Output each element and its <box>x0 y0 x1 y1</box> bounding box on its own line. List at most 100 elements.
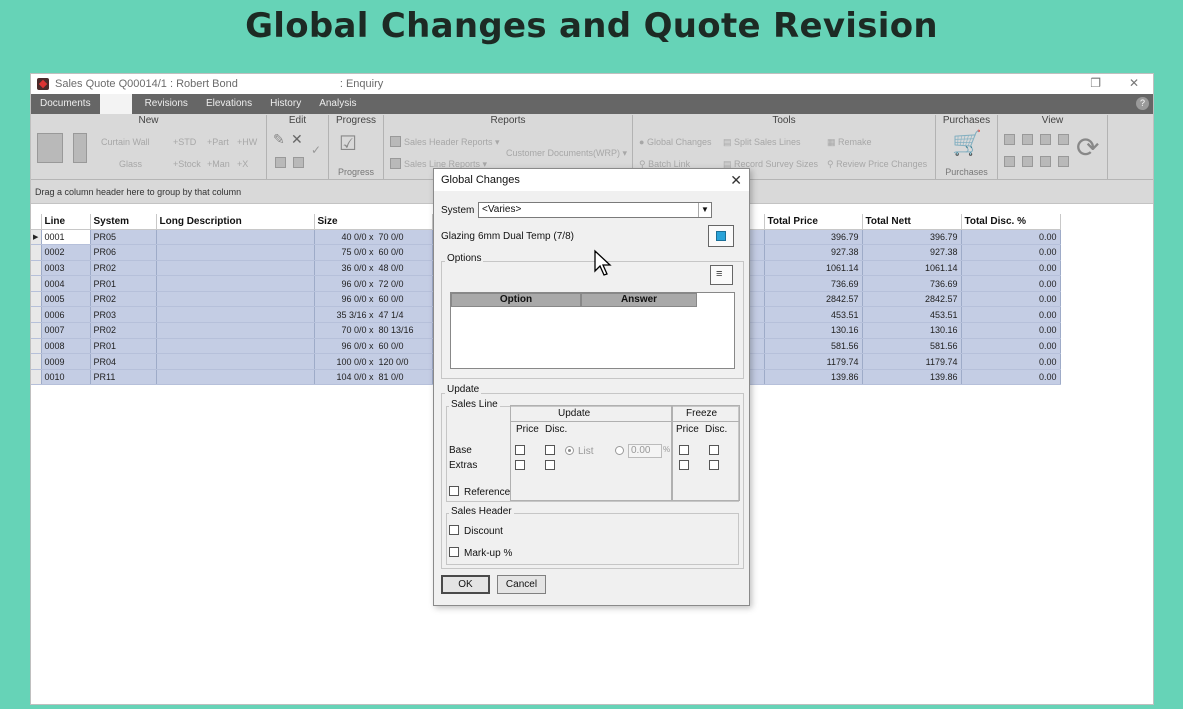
cell-size[interactable]: 35 3/16 x 47 1/4 <box>314 306 433 324</box>
cell-total-nett[interactable]: 453.51 <box>862 306 962 324</box>
close-window-icon[interactable]: ✕ <box>1129 76 1139 90</box>
cell-line[interactable]: 0001 <box>41 229 91 246</box>
cell-line[interactable]: 0005 <box>41 291 91 308</box>
cell-line[interactable]: 0009 <box>41 353 91 370</box>
menu-blank-tab[interactable] <box>99 94 132 114</box>
view-icon-8[interactable] <box>1058 156 1069 167</box>
glass-button[interactable]: Glass <box>119 159 142 169</box>
cell-long-description[interactable] <box>156 244 315 261</box>
menu-elevations[interactable]: Elevations <box>197 94 261 114</box>
cell-size[interactable]: 70 0/0 x 80 13/16 <box>314 322 433 339</box>
cell-system[interactable]: PR02 <box>90 322 157 339</box>
copy-icon[interactable] <box>275 157 286 168</box>
list-radio[interactable] <box>565 446 574 455</box>
split-sales-lines-button[interactable]: ▤ Split Sales Lines <box>723 137 801 148</box>
cell-size[interactable]: 36 0/0 x 48 0/0 <box>314 260 433 277</box>
cell-total-nett[interactable]: 396.79 <box>862 229 962 246</box>
check-icon[interactable]: ✓ <box>311 143 321 157</box>
progress-checklist-icon[interactable]: ☑ <box>339 131 357 156</box>
cell-system[interactable]: PR04 <box>90 353 157 370</box>
cell-total-disc[interactable]: 0.00 <box>961 369 1061 386</box>
base-freeze-disc-checkbox[interactable] <box>709 445 719 455</box>
cell-long-description[interactable] <box>156 338 315 355</box>
cell-size[interactable]: 96 0/0 x 60 0/0 <box>314 291 433 308</box>
cell-line[interactable]: 0006 <box>41 306 91 324</box>
cell-size[interactable]: 75 0/0 x 60 0/0 <box>314 244 433 261</box>
new-frame-icon[interactable] <box>37 133 63 163</box>
cell-line[interactable]: 0007 <box>41 322 91 339</box>
col-total-disc[interactable]: Total Disc. % <box>961 214 1061 230</box>
cell-total-disc[interactable]: 0.00 <box>961 306 1061 324</box>
base-update-price-checkbox[interactable] <box>515 445 525 455</box>
cell-size[interactable]: 40 0/0 x 70 0/0 <box>314 229 433 246</box>
options-table[interactable]: Option Answer <box>450 292 735 369</box>
col-size[interactable]: Size <box>314 214 433 230</box>
cell-system[interactable]: PR11 <box>90 369 157 386</box>
cell-line[interactable]: 0003 <box>41 260 91 277</box>
markup-checkbox[interactable] <box>449 547 459 557</box>
cell-total-disc[interactable]: 0.00 <box>961 322 1061 339</box>
cell-total-price[interactable]: 581.56 <box>764 338 863 355</box>
system-select[interactable]: <Varies> ▼ <box>478 202 712 218</box>
cell-system[interactable]: PR06 <box>90 244 157 261</box>
answer-col-header[interactable]: Answer <box>581 293 697 307</box>
man-button[interactable]: +Man <box>207 159 230 169</box>
edit-pencil-icon[interactable]: ✎ <box>273 131 285 148</box>
cell-total-disc[interactable]: 0.00 <box>961 338 1061 355</box>
extras-update-disc-checkbox[interactable] <box>545 460 555 470</box>
col-line[interactable]: Line <box>41 214 91 230</box>
cell-total-nett[interactable]: 139.86 <box>862 369 962 386</box>
cell-system[interactable]: PR02 <box>90 291 157 308</box>
cell-total-price[interactable]: 2842.57 <box>764 291 863 308</box>
view-icon-6[interactable] <box>1022 156 1033 167</box>
glazing-select-button[interactable] <box>708 225 734 247</box>
col-total-nett[interactable]: Total Nett <box>862 214 962 230</box>
menu-history[interactable]: History <box>261 94 310 114</box>
view-icon-5[interactable] <box>1004 156 1015 167</box>
ok-button[interactable]: OK <box>441 575 490 594</box>
cell-total-nett[interactable]: 736.69 <box>862 275 962 292</box>
cell-line[interactable]: 0004 <box>41 275 91 292</box>
base-freeze-price-checkbox[interactable] <box>679 445 689 455</box>
x-button[interactable]: +X <box>237 159 248 169</box>
cell-long-description[interactable] <box>156 322 315 339</box>
cell-line[interactable]: 0010 <box>41 369 91 386</box>
paste-icon[interactable] <box>293 157 304 168</box>
view-icon-1[interactable] <box>1004 134 1015 145</box>
cell-line[interactable]: 0008 <box>41 338 91 355</box>
cell-total-nett[interactable]: 2842.57 <box>862 291 962 308</box>
extras-freeze-price-checkbox[interactable] <box>679 460 689 470</box>
cell-system[interactable]: PR05 <box>90 229 157 246</box>
option-col-header[interactable]: Option <box>451 293 581 307</box>
review-price-changes-button[interactable]: ⚲ Review Price Changes <box>827 159 927 170</box>
progress-button-label[interactable]: Progress <box>329 167 383 177</box>
cell-total-price[interactable]: 1061.14 <box>764 260 863 277</box>
cell-total-disc[interactable]: 0.00 <box>961 229 1061 246</box>
cell-system[interactable]: PR02 <box>90 260 157 277</box>
cell-total-price[interactable]: 453.51 <box>764 306 863 324</box>
cell-long-description[interactable] <box>156 275 315 292</box>
menu-documents[interactable]: Documents <box>31 94 100 114</box>
std-button[interactable]: +STD <box>173 137 196 147</box>
cell-size[interactable]: 104 0/0 x 81 0/0 <box>314 369 433 386</box>
restore-window-icon[interactable]: ❐ <box>1090 76 1101 90</box>
cell-system[interactable]: PR01 <box>90 275 157 292</box>
sales-header-reports-button[interactable]: Sales Header Reports ▾ <box>404 137 500 148</box>
view-icon-3[interactable] <box>1040 134 1051 145</box>
cell-long-description[interactable] <box>156 353 315 370</box>
dropdown-arrow-icon[interactable]: ▼ <box>698 203 711 217</box>
col-long-description[interactable]: Long Description <box>156 214 315 230</box>
global-changes-button[interactable]: ● Global Changes <box>639 137 711 147</box>
cell-long-description[interactable] <box>156 229 315 246</box>
delete-icon[interactable]: ✕ <box>291 131 303 148</box>
cell-size[interactable]: 100 0/0 x 120 0/0 <box>314 353 433 370</box>
cell-total-disc[interactable]: 0.00 <box>961 353 1061 370</box>
hw-button[interactable]: +HW <box>237 137 257 147</box>
cell-total-nett[interactable]: 1061.14 <box>862 260 962 277</box>
menu-analysis[interactable]: Analysis <box>310 94 365 114</box>
cell-long-description[interactable] <box>156 369 315 386</box>
options-edit-button[interactable]: ≡ <box>710 265 733 285</box>
extras-update-price-checkbox[interactable] <box>515 460 525 470</box>
cell-total-disc[interactable]: 0.00 <box>961 291 1061 308</box>
purchases-button-label[interactable]: Purchases <box>936 167 997 177</box>
